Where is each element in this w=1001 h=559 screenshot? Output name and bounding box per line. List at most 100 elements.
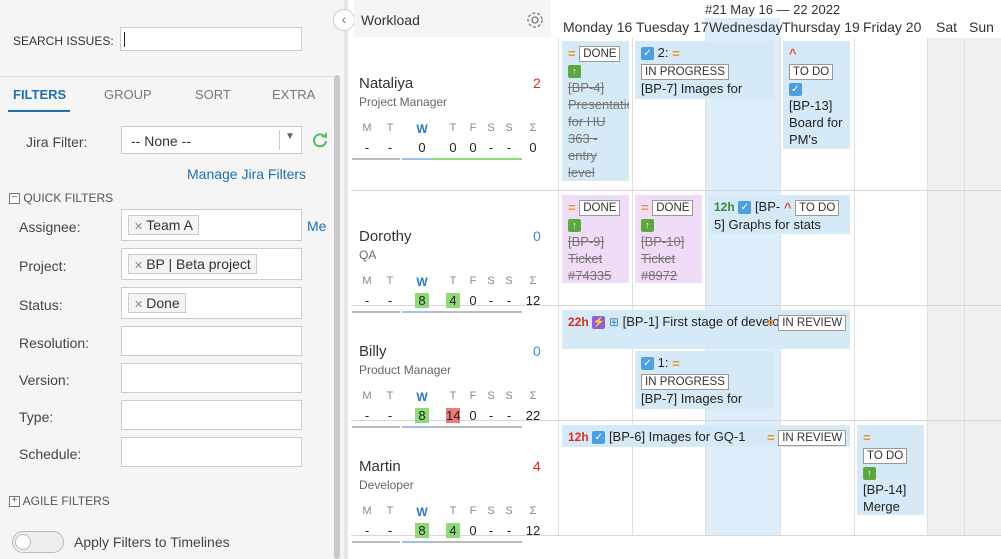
day-letter: S xyxy=(505,122,513,134)
search-input[interactable] xyxy=(120,27,302,51)
gear-icon[interactable] xyxy=(525,10,545,30)
status-field[interactable]: ✕ Done xyxy=(121,287,302,319)
day-letter: W xyxy=(416,122,428,136)
assignee-field[interactable]: ✕ Team A xyxy=(121,209,302,241)
workload-bar xyxy=(352,426,400,428)
day-hours: - xyxy=(506,293,512,308)
issue-title: [BP-14] Merge RT-542 xyxy=(863,482,907,515)
issue-card[interactable]: 22h ⚡ ⊞ [BP-1] First stage of developmen… xyxy=(562,310,850,349)
type-label: Type: xyxy=(19,409,54,425)
issue-count: 0 xyxy=(533,343,541,359)
project-tag[interactable]: ✕ BP | Beta project xyxy=(128,254,257,274)
day-hours: 0 xyxy=(529,140,537,155)
priority-medium-icon: = xyxy=(568,200,576,216)
status-badge: DONE xyxy=(579,46,621,62)
remove-tag-icon[interactable]: ✕ xyxy=(134,260,143,272)
assignee-tag[interactable]: ✕ Team A xyxy=(128,215,199,235)
panel-divider[interactable] xyxy=(344,0,348,559)
issue-card[interactable]: ✓ 2: = IN PROGRESS [BP-7] Images for pre… xyxy=(635,41,775,99)
workload-bar xyxy=(352,541,400,543)
day-letter: W xyxy=(416,505,428,519)
issue-card[interactable]: ^ TO DO ✓ [BP-13] Board for PM's meeting xyxy=(783,41,850,149)
issue-title: 5] Graphs for stats xyxy=(714,217,821,233)
status-group: = IN REVIEW xyxy=(767,428,847,446)
tab-filters[interactable]: FILTERS xyxy=(13,87,66,102)
project-field[interactable]: ✕ BP | Beta project xyxy=(121,248,302,280)
day-letter: S xyxy=(505,275,513,287)
day-letter: Σ xyxy=(529,275,537,287)
manage-jira-filters-link[interactable]: Manage Jira Filters xyxy=(187,166,306,182)
tab-group[interactable]: GROUP xyxy=(104,87,152,102)
story-icon: ↑ xyxy=(568,219,581,233)
priority-medium-icon: = xyxy=(767,430,775,446)
issue-key: [BP- xyxy=(754,199,781,214)
jira-filter-label: Jira Filter: xyxy=(26,134,88,150)
issue-card[interactable]: 12h ✓ [BP- ^ TO DO 5] Graphs for stats xyxy=(708,195,850,234)
day-hours: - xyxy=(364,408,370,423)
status-badge: TO DO xyxy=(795,200,840,216)
issue-card[interactable]: ✓ 1: = IN PROGRESS [BP-7] Images for pre… xyxy=(635,351,775,409)
version-field[interactable] xyxy=(121,363,302,393)
day-letter: Σ xyxy=(529,505,537,517)
resolution-field[interactable] xyxy=(121,326,302,356)
remove-tag-icon[interactable]: ✕ xyxy=(134,299,143,311)
day-hours: - xyxy=(387,523,393,538)
issue-card[interactable]: = DONE ↑ [BP-4] Presentation for HU 363 … xyxy=(562,41,629,181)
scrollbar[interactable] xyxy=(334,75,340,559)
select-divider xyxy=(279,130,280,150)
issue-card[interactable]: 12h ✓ [BP-6] Images for GQ-1 = IN REVIEW xyxy=(562,425,850,447)
grid-line xyxy=(558,38,559,535)
quick-filters-header[interactable]: − QUICK FILTERS xyxy=(9,191,113,205)
schedule-label: Schedule: xyxy=(19,446,82,462)
day-hours: 0 xyxy=(418,140,426,155)
tab-extra[interactable]: EXTRA xyxy=(272,87,315,102)
apply-filters-toggle[interactable] xyxy=(12,531,64,553)
day-hours: - xyxy=(506,523,512,538)
me-link[interactable]: Me xyxy=(307,218,326,234)
agile-filters-header[interactable]: + AGILE FILTERS xyxy=(9,494,110,508)
tab-sort[interactable]: SORT xyxy=(195,87,231,102)
day-letter: S xyxy=(505,390,513,402)
refresh-icon[interactable] xyxy=(311,131,329,149)
hours-label: 22h xyxy=(568,315,589,329)
status-label: Status: xyxy=(19,297,63,313)
active-tab-indicator xyxy=(8,110,70,112)
day-hours: 8 xyxy=(415,293,429,308)
collapse-panel-button[interactable]: ‹ xyxy=(333,9,355,31)
issue-card[interactable]: = TO DO ↑ [BP-14] Merge RT-542 xyxy=(857,425,924,515)
project-label: Project: xyxy=(19,258,67,274)
grid-line xyxy=(780,38,781,535)
day-hours: 8 xyxy=(415,408,429,423)
workload-bar xyxy=(432,541,522,543)
task-icon: ✓ xyxy=(592,431,606,445)
quick-filters-title: QUICK FILTERS xyxy=(23,191,114,205)
day-letter: W xyxy=(416,275,428,289)
status-badge: DONE xyxy=(579,200,621,216)
day-hours: - xyxy=(506,140,512,155)
day-letter: T xyxy=(386,505,394,517)
day-hours: - xyxy=(364,523,370,538)
issue-title: [BP-9] Ticket #74335 xyxy=(568,234,612,283)
issue-card[interactable]: = DONE ↑ [BP-9] Ticket #74335 xyxy=(562,195,629,283)
day-letter: M xyxy=(362,122,372,134)
issue-title: [BP-4] Presentation for HU 363 - entry l… xyxy=(568,80,629,181)
schedule-field[interactable] xyxy=(121,437,302,467)
task-icon: ✓ xyxy=(641,47,654,61)
issue-title: [BP-13] Board for PM's meeting xyxy=(789,98,843,148)
issue-count: 2 xyxy=(533,75,541,91)
issue-card[interactable]: = DONE ↑ [BP-10] Ticket #8972 xyxy=(635,195,702,283)
status-tag[interactable]: ✕ Done xyxy=(128,293,186,313)
day-header-sat: Sat xyxy=(936,19,958,35)
type-field[interactable] xyxy=(121,400,302,430)
subtask-icon: ⊞ xyxy=(608,315,619,329)
day-hours: 4 xyxy=(446,523,460,538)
status-badge: IN PROGRESS xyxy=(641,374,729,391)
status-tag-label: Done xyxy=(146,295,180,311)
remove-tag-icon[interactable]: ✕ xyxy=(134,221,143,233)
user-name: Billy xyxy=(359,343,387,360)
toggle-knob xyxy=(15,534,31,550)
day-header-thu: Thursday 19 xyxy=(782,19,860,35)
grid-line xyxy=(927,38,928,535)
jira-filter-select[interactable]: -- None -- ▼ xyxy=(121,126,302,154)
status-badge: IN PROGRESS xyxy=(641,64,729,81)
